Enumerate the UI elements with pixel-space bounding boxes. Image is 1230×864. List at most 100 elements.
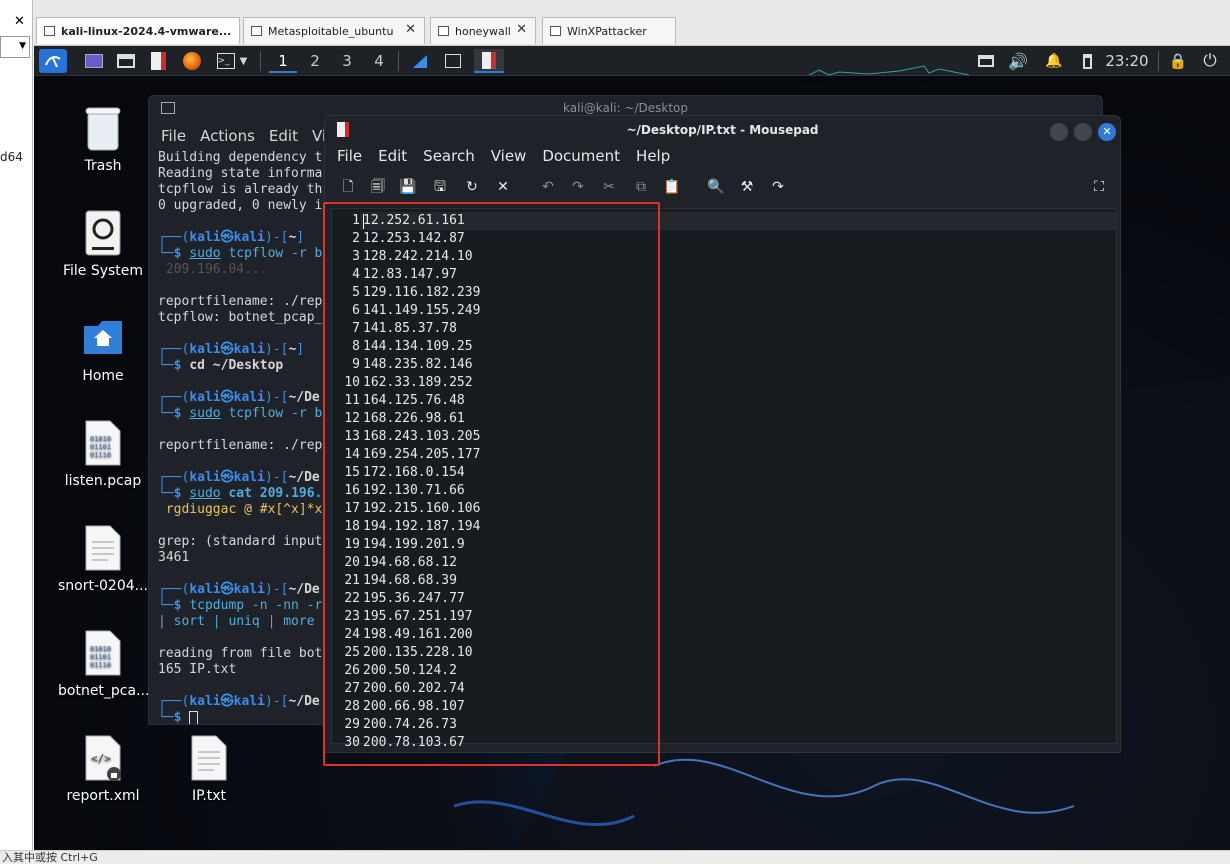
copy-icon[interactable]: ⧉ [632, 178, 650, 196]
prompt-user: kali [189, 390, 221, 405]
text-cursor [189, 710, 199, 724]
text-editor-icon[interactable] [146, 49, 170, 73]
prompt-host: kali [233, 230, 265, 245]
vm-tab-winxp[interactable]: WinXPattacker [542, 17, 676, 44]
network-icon[interactable] [974, 49, 998, 73]
go-to-line-icon[interactable]: ↷ [769, 178, 787, 196]
prompt-host: kali [233, 582, 265, 597]
paste-icon[interactable]: 📋 [663, 178, 681, 196]
cut-icon[interactable]: ✂ [600, 178, 618, 196]
desktop-icon-listen-pcap[interactable]: 01010 01101 01110 listen.pcap [58, 419, 148, 489]
desktop-icon-filesystem[interactable]: File System [58, 209, 148, 279]
prompt-user: kali [189, 694, 221, 709]
command: cat 209.196. [220, 486, 323, 501]
firefox-icon[interactable] [180, 49, 204, 73]
find-replace-icon[interactable]: ⚒ [738, 178, 756, 196]
host-dropdown[interactable]: ▼ [0, 36, 30, 58]
menu-help[interactable]: Help [636, 147, 670, 165]
terminal-launcher-icon[interactable]: >_ ▼ [212, 49, 252, 73]
workspace-3[interactable]: 3 [333, 49, 361, 73]
redo-icon[interactable]: ↷ [569, 178, 587, 196]
vm-tab-metasploitable[interactable]: Metasploitable_ubuntu ✕ [243, 17, 425, 44]
svg-text:</>: </> [91, 752, 111, 765]
close-icon[interactable]: ✕ [516, 22, 527, 37]
menu-search[interactable]: Search [423, 147, 475, 165]
terminal-menu-edit[interactable]: Edit [269, 127, 298, 145]
binary-file-icon: 01010 01101 01110 [82, 419, 124, 467]
desktop-icon-snort[interactable]: snort-0204... [58, 524, 148, 594]
volume-icon[interactable]: 🔊 [1006, 49, 1030, 73]
close-icon[interactable]: ✕ [14, 14, 25, 29]
undo-icon[interactable]: ↶ [539, 178, 557, 196]
desktop-icon-label: File System [62, 263, 144, 279]
desktop-icon-label: Trash [84, 158, 122, 174]
menu-view[interactable]: View [491, 147, 527, 165]
mousepad-task-icon[interactable] [474, 49, 504, 73]
home-folder-icon [82, 314, 124, 362]
vm-icon [44, 26, 55, 36]
workspace-1[interactable]: 1 [269, 49, 297, 73]
command: tcpdump -n -nn -r [189, 598, 323, 613]
output-line: 0 upgraded, 0 newly i [158, 198, 323, 213]
notification-bell-icon[interactable]: 🔔 [1042, 49, 1066, 73]
mousepad-toolbar: 🗋 🗐 💾 🖫 ↻ ✕ ↶ ↷ ✂ ⧉ 📋 🔍 ⚒ ↷ ⛶ [325, 168, 1120, 206]
menu-edit[interactable]: Edit [378, 147, 407, 165]
mousepad-titlebar[interactable]: ~/Desktop/IP.txt - Mousepad ✕ [325, 116, 1120, 144]
desktop-icon-report-xml[interactable]: </> report.xml [58, 734, 148, 804]
close-icon[interactable]: ✕ [405, 22, 416, 37]
desktop-icon-label: snort-0204... [58, 578, 149, 594]
host-text-fragment: d64 [0, 150, 23, 164]
desktop-icon-label: report.xml [66, 788, 140, 804]
save-icon[interactable]: 💾 [399, 178, 417, 196]
desktop-icon-trash[interactable]: Trash [58, 104, 148, 174]
lock-icon[interactable]: 🔒 [1166, 49, 1190, 73]
prompt-symbol: $ [173, 406, 182, 421]
minimize-button[interactable] [1050, 123, 1068, 141]
menu-document[interactable]: Document [542, 147, 620, 165]
workspace-2[interactable]: 2 [301, 49, 329, 73]
prompt-at: ㉿ [220, 470, 234, 485]
search-icon[interactable]: 🔍 [707, 178, 725, 196]
prompt-host: kali [233, 694, 265, 709]
terminal-menu-file[interactable]: File [161, 127, 186, 145]
fullscreen-icon[interactable]: ⛶ [1090, 178, 1108, 196]
power-icon[interactable]: ⏻ [1198, 49, 1222, 73]
wireshark-task-icon[interactable] [408, 49, 432, 73]
close-button[interactable]: ✕ [1098, 123, 1116, 141]
save-as-icon[interactable]: 🖫 [431, 178, 449, 196]
kali-menu-icon[interactable] [39, 49, 67, 73]
text-file-icon [82, 524, 124, 572]
new-window-icon[interactable]: 🗐 [369, 178, 387, 196]
battery-icon[interactable] [1076, 49, 1098, 73]
file-manager-icon[interactable] [114, 49, 138, 73]
workspace-4[interactable]: 4 [365, 49, 393, 73]
terminal-task-icon[interactable] [441, 49, 465, 73]
desktop-icon-label: IP.txt [191, 788, 227, 804]
maximize-button[interactable] [1074, 123, 1092, 141]
desktop-icon-home[interactable]: Home [58, 314, 148, 384]
reload-icon[interactable]: ↻ [463, 178, 481, 196]
desktop-icon-ip-txt[interactable]: IP.txt [164, 734, 254, 804]
svg-text:01101: 01101 [90, 653, 111, 661]
host-status-bar: 入其中或按 Ctrl+G [0, 850, 1230, 864]
vm-tab-label: kali-linux-2024.4-vmware... [61, 24, 232, 38]
vm-icon [251, 26, 262, 36]
vm-tab-honeywall[interactable]: honeywall ✕ [430, 17, 536, 44]
command: cd ~/Desktop [189, 358, 284, 373]
desktop-icon-botnet-pcap[interactable]: 01010 01101 01110 botnet_pca... [58, 629, 150, 699]
close-document-icon[interactable]: ✕ [494, 178, 512, 196]
terminal-menu-actions[interactable]: Actions [200, 127, 255, 145]
output-line: 165 IP.txt [158, 662, 237, 677]
output-line: 209.196.04... [158, 262, 268, 277]
menu-file[interactable]: File [337, 147, 362, 165]
prompt-path: ~/De [288, 470, 320, 485]
new-document-icon[interactable]: 🗋 [339, 178, 357, 196]
command: tcpflow -r b [220, 246, 323, 261]
show-desktop-icon[interactable] [82, 49, 106, 73]
clock[interactable]: 23:20 [1102, 49, 1152, 73]
prompt-symbol: $ [173, 358, 182, 373]
desktop-icon-label: botnet_pca... [58, 683, 150, 699]
command: rgdiuggac @ #x[^x]*x [158, 502, 323, 517]
prompt-symbol: $ [173, 598, 182, 613]
vm-tab-kali[interactable]: kali-linux-2024.4-vmware... [36, 17, 240, 44]
